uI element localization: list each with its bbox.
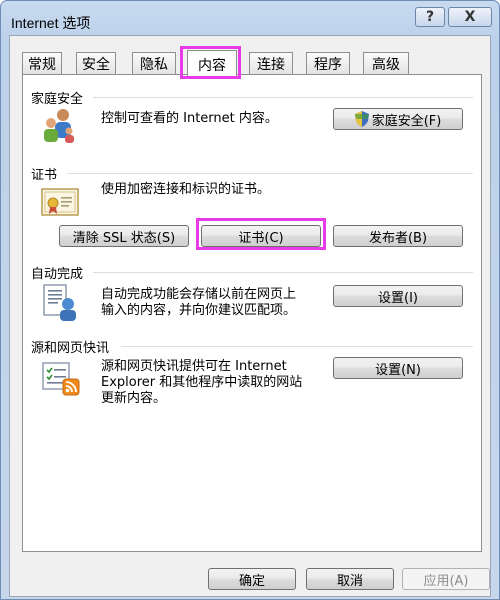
content-tab-highlight xyxy=(180,46,241,79)
separator xyxy=(67,173,473,174)
feeds-description-line3: 更新内容。 xyxy=(101,391,167,406)
apply-button[interactable]: 应用(A) xyxy=(402,568,490,590)
tab-general[interactable]: 常规 xyxy=(22,52,62,74)
apply-button-label: 应用(A) xyxy=(423,573,469,589)
certificates-title: 证书 xyxy=(31,164,64,183)
shield-icon xyxy=(354,111,369,127)
separator xyxy=(121,346,473,347)
tab-privacy[interactable]: 隐私 xyxy=(132,52,176,74)
certificates-button-highlight xyxy=(196,218,326,250)
help-icon: ? xyxy=(425,9,435,25)
tab-programs[interactable]: 程序 xyxy=(306,52,350,74)
cancel-button[interactable]: 取消 xyxy=(306,568,394,590)
ok-button-label: 确定 xyxy=(238,573,265,589)
certificates-description: 使用加密连接和标识的证书。 xyxy=(101,182,271,197)
clear-ssl-state-button-label: 清除 SSL 状态(S) xyxy=(72,230,176,246)
separator xyxy=(93,272,473,273)
autocomplete-icon xyxy=(43,284,76,321)
clear-ssl-state-button[interactable]: 清除 SSL 状态(S) xyxy=(59,225,189,247)
cancel-button-label: 取消 xyxy=(336,573,363,589)
autocomplete-title: 自动完成 xyxy=(31,263,90,282)
autocomplete-description-line1: 自动完成功能会存储以前在网页上 xyxy=(101,287,297,302)
family-safety-icon xyxy=(44,109,74,143)
separator xyxy=(93,97,473,98)
feeds-settings-button-label: 设置(N) xyxy=(375,362,421,378)
feeds-description-line2: Explorer 和其他程序中读取的网站 xyxy=(101,375,303,390)
feeds-title: 源和网页快讯 xyxy=(31,337,116,356)
family-safety-button[interactable]: 家庭安全(F) xyxy=(333,108,463,130)
tab-label: 连接 xyxy=(257,56,285,73)
tab-label: 高级 xyxy=(372,56,400,73)
family-safety-description: 控制可查看的 Internet 内容。 xyxy=(101,111,278,126)
close-button[interactable]: X xyxy=(448,7,492,27)
feeds-icon xyxy=(42,362,80,396)
autocomplete-settings-button[interactable]: 设置(I) xyxy=(333,285,463,307)
content-tab-panel: 家庭安全 控制可查看的 Internet 内容。 家庭安全(F) 证书 使用加密… xyxy=(22,74,482,552)
autocomplete-description-line2: 输入的内容，并向你建议匹配项。 xyxy=(101,303,297,318)
publishers-button[interactable]: 发布者(B) xyxy=(333,225,463,247)
tab-advanced[interactable]: 高级 xyxy=(363,52,409,74)
feeds-settings-button[interactable]: 设置(N) xyxy=(333,357,463,379)
window-title: Internet 选项 xyxy=(11,15,91,31)
tab-label: 程序 xyxy=(314,56,342,73)
tab-label: 隐私 xyxy=(140,56,168,73)
tab-security[interactable]: 安全 xyxy=(76,52,116,74)
certificate-icon xyxy=(41,188,79,216)
tab-connections[interactable]: 连接 xyxy=(249,52,293,74)
autocomplete-settings-button-label: 设置(I) xyxy=(378,290,418,306)
tab-label: 安全 xyxy=(82,56,110,73)
help-button[interactable]: ? xyxy=(415,7,445,27)
publishers-button-label: 发布者(B) xyxy=(368,230,428,246)
ok-button[interactable]: 确定 xyxy=(208,568,296,590)
close-icon: X xyxy=(464,9,476,25)
tab-label: 常规 xyxy=(28,56,56,73)
family-safety-button-label: 家庭安全(F) xyxy=(371,113,442,129)
feeds-description-line1: 源和网页快讯提供可在 Internet xyxy=(101,359,287,374)
